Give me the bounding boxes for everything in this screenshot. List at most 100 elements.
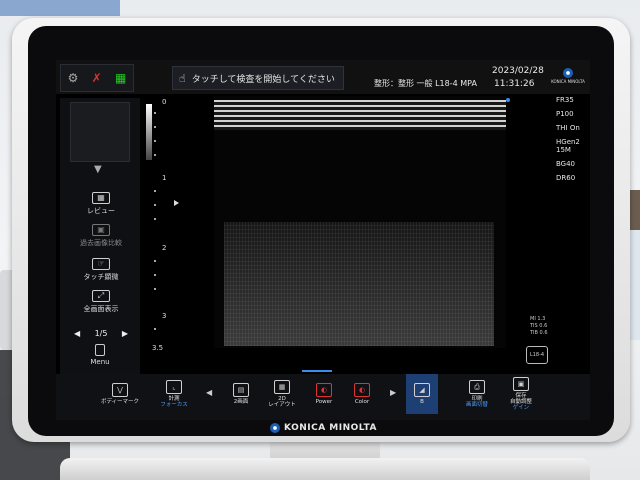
toolbar-scroll-indicator <box>302 370 332 372</box>
brand-corner-logo: KONICA MINOLTA <box>550 68 586 90</box>
screen-switch-label: 画面切替 <box>465 402 488 408</box>
depth-label-0: 0 <box>162 98 167 106</box>
user-settings-icon[interactable]: ⚙ <box>68 72 79 84</box>
depth-tick <box>154 260 156 262</box>
touch-zoom-button[interactable]: ☞ タッチ顕微 <box>74 256 128 284</box>
body-mark-icon: ⋁ <box>112 383 128 397</box>
depth-tick <box>154 328 156 330</box>
top-bar: ⚙ ✗ ▦ ☝ タッチして検査を開始してください 整形：整形 一般 L18-4 … <box>56 60 590 94</box>
past-image-compare-button[interactable]: ▣ 過去画像比較 <box>74 222 128 250</box>
review-button[interactable]: ▦ レビュー <box>74 190 128 218</box>
probe-surface-echo <box>214 100 506 130</box>
depth-tick <box>154 274 156 276</box>
param-hgen-freq: 15M <box>556 146 571 154</box>
left-panel: ▼ ▦ レビュー ▣ 過去画像比較 ☞ タッチ顕微 ⤢ 全画面表示 ◀ 1/5 … <box>60 98 140 374</box>
color-doppler-button[interactable]: ◐ Color <box>342 374 382 414</box>
menu-button[interactable]: Menu <box>80 344 120 370</box>
start-exam-prompt-text: タッチして検査を開始してください <box>191 74 335 85</box>
brand-corner-text: KONICA MINOLTA <box>551 79 585 84</box>
dual-screen-icon: ▤ <box>233 383 249 397</box>
gain-label: ゲイン <box>512 405 530 411</box>
param-power: P100 <box>556 110 574 118</box>
grid-icon: ▦ <box>92 192 110 204</box>
konica-minolta-small-logo-icon <box>563 68 573 78</box>
power-doppler-icon: ◐ <box>316 383 332 397</box>
konica-minolta-logo-icon <box>270 423 280 433</box>
dual-screen-label: 2画面 <box>233 399 249 405</box>
depth-tick <box>154 112 156 114</box>
2d-layout-button[interactable]: ▦ 2D レイアウト <box>262 374 302 414</box>
save-button[interactable]: ▣ 保存 自動調整 ゲイン <box>500 374 542 414</box>
exam-preset-info: 整形：整形 一般 L18-4 MPA <box>374 79 477 88</box>
probe-icon: L18-4 <box>526 346 548 364</box>
b-mode-icon: ◢ <box>414 383 430 397</box>
print-button[interactable]: ⎙ 印刷 画面切替 <box>458 374 496 414</box>
color-doppler-icon: ◐ <box>354 383 370 397</box>
thumbnail-preview[interactable] <box>70 102 130 162</box>
save-icon: ▣ <box>513 377 529 391</box>
ultrasound-screen: ⚙ ✗ ▦ ☝ タッチして検査を開始してください 整形：整形 一般 L18-4 … <box>56 60 590 420</box>
depth-label-1: 1 <box>162 174 167 182</box>
page-indicator: ◀ 1/5 ▶ <box>74 326 128 340</box>
param-frame-rate: FR35 <box>556 96 574 104</box>
page-number: 1/5 <box>94 328 108 338</box>
depth-tick <box>154 140 156 142</box>
review-label: レビュー <box>87 207 115 215</box>
focus-marker-icon[interactable] <box>174 200 179 206</box>
start-exam-prompt[interactable]: ☝ タッチして検査を開始してください <box>172 66 344 90</box>
power-label: Power <box>315 399 333 405</box>
database-icon: ▦ <box>114 71 127 85</box>
brand-logo: KONICA MINOLTA <box>270 422 390 434</box>
touch-pin-icon: ☝ <box>179 71 186 85</box>
color-label: Color <box>354 399 370 405</box>
b-mode-button[interactable]: ◢ B <box>406 374 438 414</box>
depth-tick <box>154 218 156 220</box>
past-compare-label: 過去画像比較 <box>80 239 122 247</box>
2d-layout-label: レイアウト <box>268 402 296 408</box>
param-thi: THI On <box>556 124 580 132</box>
background-blue-object <box>0 0 120 16</box>
safety-indices: MI 1.3 TIS 0.6 TIB 0.6 <box>530 316 548 337</box>
layout-icon: ▦ <box>274 380 290 394</box>
prev-page-icon[interactable]: ◀ <box>74 329 80 338</box>
date: 2023/02/28 <box>492 66 544 76</box>
monitor-base <box>60 458 590 480</box>
imaging-parameters: FR35 P100 THI On HGen2 15M BG40 DR60 <box>556 96 590 188</box>
index-tis: TIS 0.6 <box>530 323 548 329</box>
network-disconnected-icon: ✗ <box>91 71 102 85</box>
dual-screen-button[interactable]: ▤ 2画面 <box>222 374 260 414</box>
expand-down-icon[interactable]: ▼ <box>94 164 102 175</box>
body-mark-button[interactable]: ⋁ ボディーマーク <box>100 374 140 414</box>
depth-tick <box>154 190 156 192</box>
menu-icon <box>95 344 105 356</box>
fullscreen-icon: ⤢ <box>92 290 110 302</box>
focus-label: フォーカス <box>160 402 188 408</box>
toolbar-scroll-left-icon[interactable]: ◀ <box>206 388 212 397</box>
toolbar-scroll-right-icon[interactable]: ▶ <box>390 388 396 397</box>
measure-button[interactable]: ⌞ 計測 フォーカス <box>154 374 194 414</box>
depth-scale: 0 1 2 3 3.5 <box>152 98 182 358</box>
next-page-icon[interactable]: ▶ <box>122 329 128 338</box>
param-hgen-label: HGen2 <box>556 138 580 146</box>
fullscreen-button[interactable]: ⤢ 全画面表示 <box>74 288 128 316</box>
depth-label-2: 2 <box>162 244 167 252</box>
depth-label-3-5: 3.5 <box>152 344 164 352</box>
touch-zoom-label: タッチ顕微 <box>83 273 119 281</box>
param-hgen: HGen2 15M <box>556 138 590 154</box>
depth-label-3: 3 <box>162 312 167 320</box>
status-icons: ⚙ ✗ ▦ <box>60 64 134 92</box>
compare-images-icon: ▣ <box>92 224 110 236</box>
power-doppler-button[interactable]: ◐ Power <box>304 374 344 414</box>
brand-text: KONICA MINOLTA <box>284 423 377 433</box>
measure-icon: ⌞ <box>166 380 182 394</box>
depth-tick <box>154 288 156 290</box>
param-dr: DR60 <box>556 174 576 182</box>
index-tib: TIB 0.6 <box>530 330 548 336</box>
b-mode-label: B <box>420 399 424 405</box>
param-bg: BG40 <box>556 160 576 168</box>
depth-tick <box>154 154 156 156</box>
ultrasound-image[interactable] <box>214 96 510 348</box>
probe-label: L18-4 <box>529 352 545 358</box>
depth-tick <box>154 126 156 128</box>
bottom-toolbar: ⋁ ボディーマーク ⌞ 計測 フォーカス ◀ ▤ 2画面 ▦ 2D レイアウト … <box>56 374 590 420</box>
